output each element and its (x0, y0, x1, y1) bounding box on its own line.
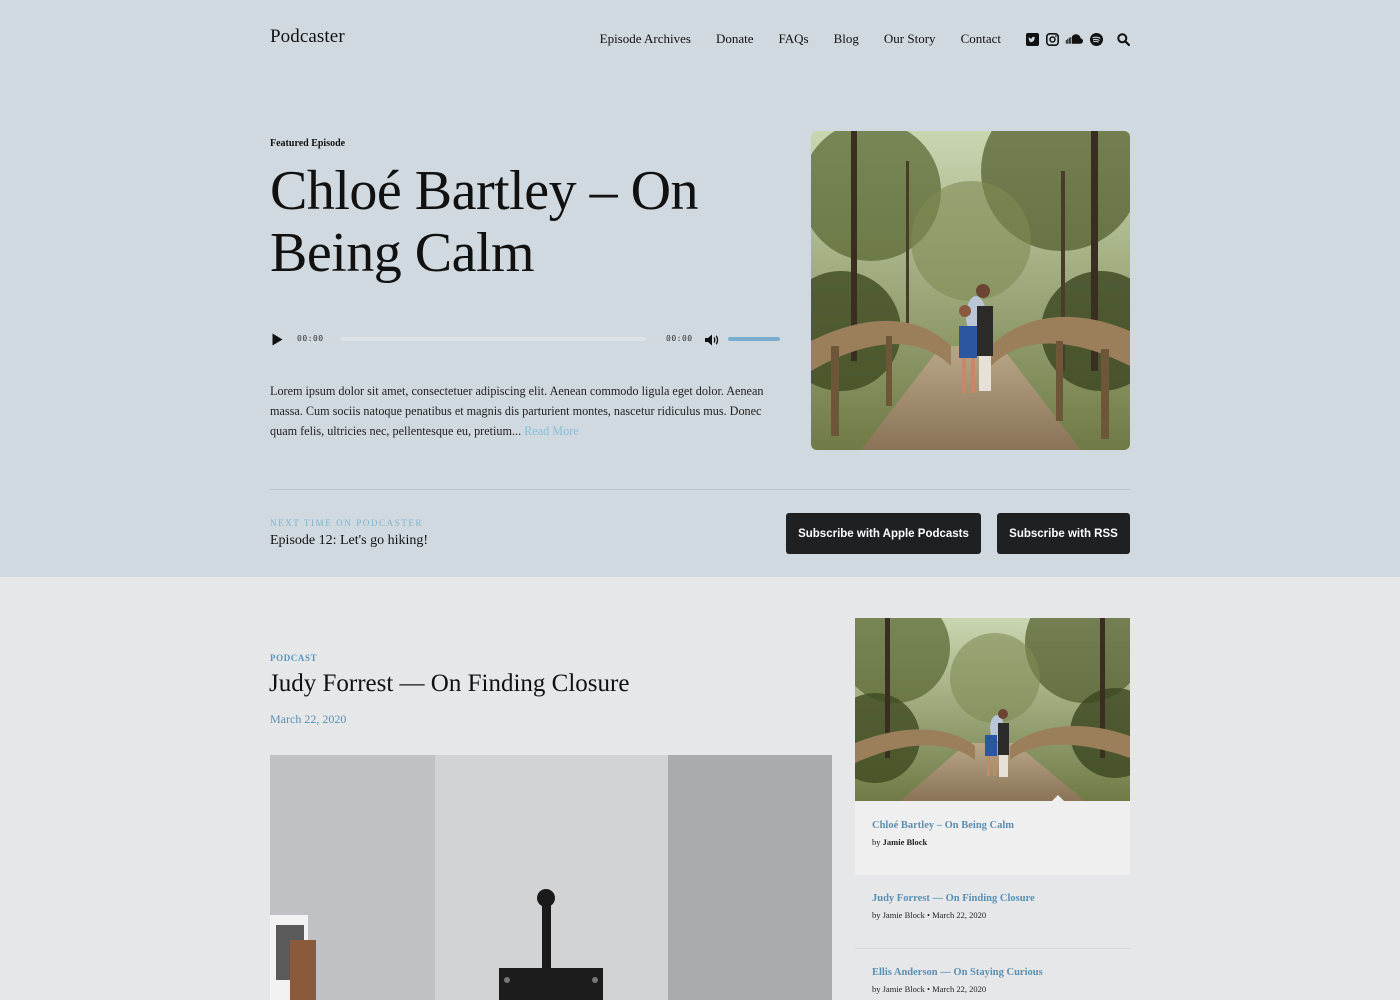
main-nav: Episode Archives Donate FAQs Blog Our St… (600, 31, 1001, 47)
subscribe-apple-podcasts-button[interactable]: Subscribe with Apple Podcasts (786, 513, 981, 554)
progress-bar[interactable] (340, 337, 646, 341)
soundcloud-icon[interactable] (1065, 32, 1083, 46)
sidebar-item-title[interactable]: Judy Forrest — On Finding Closure (872, 893, 1113, 904)
instagram-icon[interactable] (1045, 32, 1059, 46)
nav-item-blog[interactable]: Blog (834, 31, 859, 47)
site-header: Podcaster Episode Archives Donate FAQs B… (270, 26, 1130, 56)
sidebar-item-title[interactable]: Ellis Anderson — On Staying Curious (872, 967, 1113, 978)
featured-excerpt: Lorem ipsum dolor sit amet, consectetuer… (270, 381, 782, 441)
sidebar-list-item[interactable]: Judy Forrest — On Finding Closure by Jam… (855, 875, 1130, 949)
social-links (1019, 32, 1130, 46)
audio-player: 00:00 00:00 (270, 330, 782, 348)
nav-item-our-story[interactable]: Our Story (884, 31, 936, 47)
next-episode-title: Episode 12: Let's go hiking! (270, 533, 429, 548)
sidebar-featured-by: by (872, 837, 881, 847)
nav-item-donate[interactable]: Donate (716, 31, 754, 47)
excerpt-text: Lorem ipsum dolor sit amet, consectetuer… (270, 384, 764, 438)
post-category[interactable]: PODCAST (270, 653, 317, 663)
volume-slider[interactable] (728, 337, 780, 341)
duration-time: 00:00 (666, 334, 693, 343)
post-featured-image[interactable] (270, 755, 832, 1000)
featured-title[interactable]: Chloé Bartley – On Being Calm (270, 160, 790, 284)
sidebar-featured-image[interactable] (855, 618, 1130, 801)
sidebar: Chloé Bartley – On Being Calm by Jamie B… (855, 618, 1130, 1000)
sidebar-featured-meta: by Jamie Block (872, 837, 1113, 847)
next-time-label: NEXT TIME ON PODCASTER (270, 518, 424, 528)
card-notch (1051, 795, 1065, 802)
featured-episode-image[interactable] (811, 131, 1130, 450)
site-logo[interactable]: Podcaster (270, 26, 345, 48)
current-time: 00:00 (297, 334, 324, 343)
volume-fill (728, 337, 780, 341)
sidebar-item-meta: by Jamie Block • March 22, 2020 (872, 984, 987, 994)
subscribe-rss-button[interactable]: Subscribe with RSS (997, 513, 1130, 554)
sidebar-list-item[interactable]: Ellis Anderson — On Staying Curious by J… (855, 949, 1130, 1000)
hero-section (0, 0, 1400, 577)
nav-item-episode-archives[interactable]: Episode Archives (600, 31, 691, 47)
spotify-icon[interactable] (1089, 32, 1103, 46)
featured-label: Featured Episode (270, 138, 346, 149)
sidebar-item-meta: by Jamie Block • March 22, 2020 (872, 910, 987, 920)
sidebar-featured-title[interactable]: Chloé Bartley – On Being Calm (872, 820, 1113, 831)
post-date[interactable]: March 22, 2020 (270, 712, 346, 727)
twitter-icon[interactable] (1025, 32, 1039, 46)
search-icon[interactable] (1116, 32, 1130, 46)
post-title[interactable]: Judy Forrest — On Finding Closure (269, 670, 629, 698)
volume-icon[interactable] (705, 333, 719, 346)
section-divider (270, 489, 1130, 490)
read-more-link[interactable]: Read More (524, 424, 579, 438)
nav-item-faqs[interactable]: FAQs (779, 31, 809, 47)
nav-item-contact[interactable]: Contact (961, 31, 1001, 47)
sidebar-featured-card[interactable]: Chloé Bartley – On Being Calm by Jamie B… (855, 795, 1130, 875)
play-icon[interactable] (272, 333, 284, 346)
sidebar-featured-author[interactable]: Jamie Block (883, 837, 928, 847)
